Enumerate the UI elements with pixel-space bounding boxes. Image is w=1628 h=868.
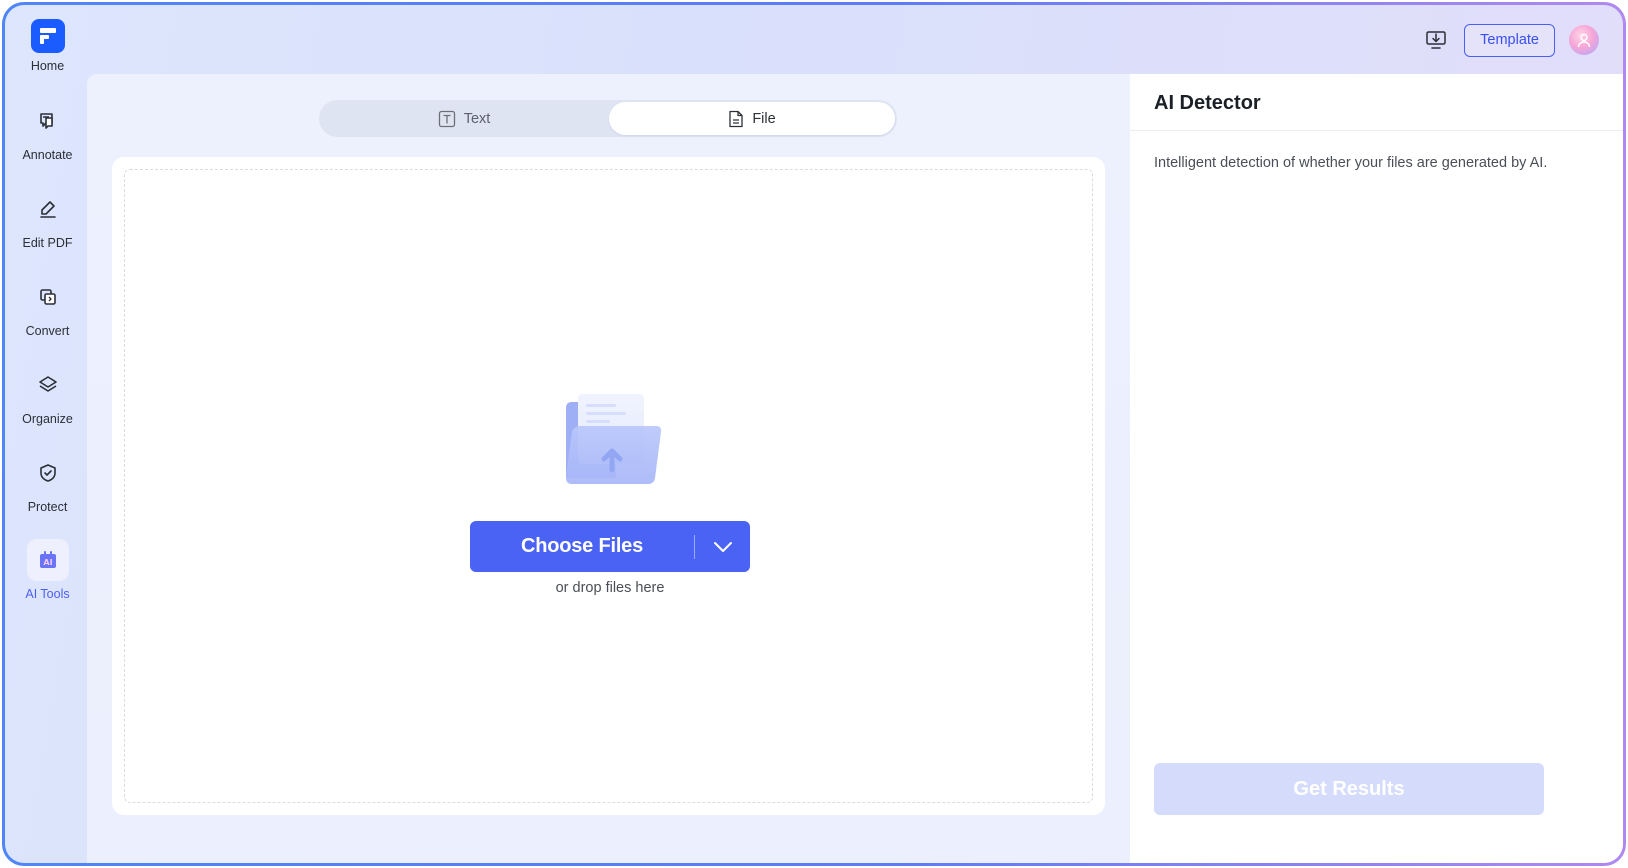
- choose-files-label: Choose Files: [520, 535, 644, 557]
- sidebar-item-label: Convert: [25, 324, 70, 338]
- sidebar-item-label: Organize: [22, 412, 73, 426]
- chevron-down-icon[interactable]: [695, 541, 750, 553]
- sidebar-home[interactable]: Home: [5, 19, 90, 73]
- sidebar-home-label: Home: [30, 59, 65, 73]
- sidebar-item-ai-tools[interactable]: AI AI Tools: [5, 539, 90, 601]
- app-window: Home Annotate Edit PDF Convert Organize …: [5, 5, 1623, 863]
- tab-file-label: File: [752, 110, 776, 127]
- document-icon: [729, 110, 743, 127]
- annotate-icon: [27, 100, 69, 142]
- input-mode-tabs: Text File: [319, 100, 897, 137]
- sidebar-item-organize[interactable]: Organize: [5, 364, 90, 426]
- ai-tools-icon: AI: [26, 539, 69, 581]
- drop-hint: or drop files here: [555, 580, 665, 596]
- folder-upload-icon: [566, 394, 662, 484]
- app-logo-icon[interactable]: [30, 19, 65, 53]
- sidebar-item-edit-pdf[interactable]: Edit PDF: [5, 188, 90, 250]
- edit-pen-icon: [27, 188, 69, 230]
- sidebar-item-protect[interactable]: Protect: [5, 452, 90, 514]
- sidebar-item-label: AI Tools: [25, 587, 70, 601]
- sidebar-item-annotate[interactable]: Annotate: [5, 100, 90, 162]
- tab-text[interactable]: Text: [321, 102, 607, 135]
- get-results-button[interactable]: Get Results: [1154, 763, 1544, 815]
- ai-detector-panel: AI Detector Intelligent detection of whe…: [1130, 74, 1623, 863]
- choose-files-button[interactable]: Choose Files: [470, 521, 750, 572]
- convert-icon: [27, 276, 69, 318]
- file-drop-zone[interactable]: Choose Files or drop files here: [124, 169, 1093, 803]
- panel-description: Intelligent detection of whether your fi…: [1154, 155, 1548, 171]
- layers-icon: [27, 364, 69, 406]
- svg-text:AI: AI: [43, 558, 52, 567]
- sidebar: Home Annotate Edit PDF Convert Organize …: [5, 5, 90, 863]
- tab-text-label: Text: [463, 110, 491, 127]
- sidebar-item-convert[interactable]: Convert: [5, 276, 90, 338]
- tab-file[interactable]: File: [609, 102, 895, 135]
- sidebar-item-label: Annotate: [22, 148, 73, 162]
- text-box-icon: [438, 110, 455, 127]
- avatar[interactable]: [1569, 25, 1599, 55]
- panel-divider: [1130, 130, 1623, 131]
- sidebar-item-label: Protect: [27, 500, 68, 514]
- shield-icon: [27, 452, 69, 494]
- app-frame: Home Annotate Edit PDF Convert Organize …: [2, 2, 1626, 866]
- file-drop-card: Choose Files or drop files here: [112, 157, 1105, 815]
- sidebar-item-label: Edit PDF: [22, 236, 73, 250]
- download-desktop-icon[interactable]: [1422, 26, 1450, 54]
- template-button[interactable]: Template: [1464, 23, 1555, 57]
- main-workspace: Text File Choose Files or drop files her…: [87, 74, 1132, 863]
- topbar-actions: Template: [1422, 23, 1599, 57]
- panel-title: AI Detector: [1154, 92, 1261, 114]
